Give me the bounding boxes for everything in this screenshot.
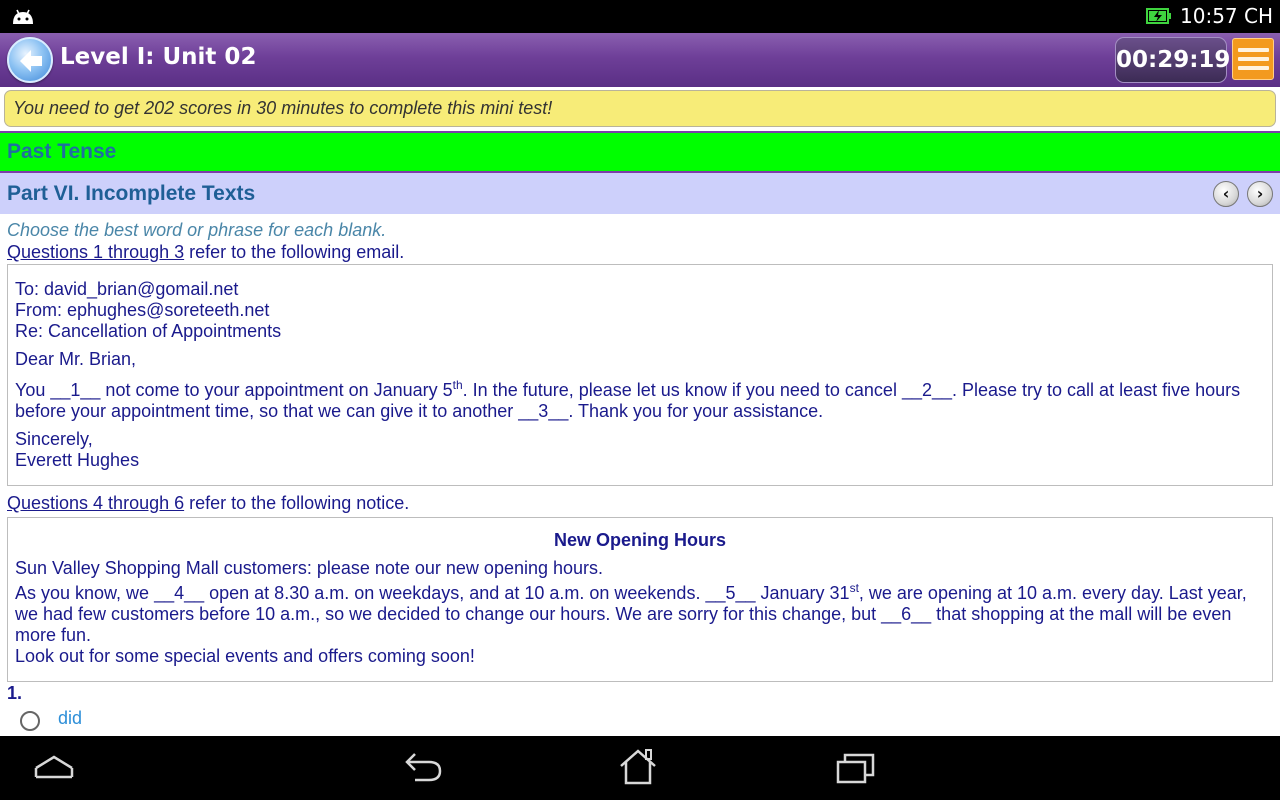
status-bar: 10:57 CH [0,0,1280,33]
notice-body: As you know, we __4__ open at 8.30 a.m. … [15,581,1247,645]
email-signature: Everett Hughes [15,450,140,470]
questions-range-link: Questions 1 through 3 [7,242,185,262]
android-icon [13,9,33,24]
notice-reference: Questions 4 through 6 refer to the follo… [7,493,410,513]
home-icon[interactable] [618,748,658,786]
system-nav-bar [0,736,1280,800]
page-title: Level I: Unit 02 [60,44,257,70]
hamburger-menu-icon [1238,57,1269,61]
email-body: You __1__ not come to your appointment o… [15,378,1241,421]
email-from: From: ephughes@soreteeth.net [15,300,270,320]
answer-option-label: did [58,708,83,728]
status-clock: 10:57 CH [1180,4,1273,28]
topic-header: Past Tense [0,131,1280,173]
question-content[interactable]: Choose the best word or phrase for each … [0,214,1280,736]
battery-charging-icon [1146,8,1171,24]
back-button[interactable] [7,37,53,83]
chevron-up-icon[interactable] [33,754,75,780]
recents-icon[interactable] [835,751,877,785]
notice-title: New Opening Hours [553,530,726,550]
hamburger-menu-icon [1238,48,1269,52]
notice-line: Sun Valley Shopping Mall customers: plea… [15,558,604,578]
radio-button[interactable] [20,711,40,731]
countdown-timer: 00:29:19 [1115,37,1230,83]
email-closing: Sincerely, [15,429,93,449]
email-reference: Questions 1 through 3 refer to the follo… [7,242,405,262]
next-part-button[interactable]: › [1247,181,1273,207]
back-arrow-icon [20,50,42,72]
email-subject: Re: Cancellation of Appointments [15,321,282,341]
hamburger-menu-icon [1238,66,1269,70]
email-greeting: Dear Mr. Brian, [15,349,137,369]
test-requirement-notice: You need to get 202 scores in 30 minutes… [4,90,1276,127]
part-header: Part VI. Incomplete Texts [0,173,1280,214]
back-icon[interactable] [403,750,445,784]
notice-line: Look out for some special events and off… [15,646,475,666]
previous-part-button[interactable]: ‹ [1213,181,1239,207]
app-header: Level I: Unit 02 00:29:19 [0,33,1280,87]
notice-passage: New Opening Hours Sun Valley Shopping Ma… [7,517,1273,682]
email-to: To: david_brian@gomail.net [15,279,239,299]
questions-range-link: Questions 4 through 6 [7,493,185,513]
instruction-text: Choose the best word or phrase for each … [7,220,387,240]
email-passage: To: david_brian@gomail.net From: ephughe… [7,264,1273,486]
question-number: 1. [7,683,23,703]
menu-button[interactable] [1232,38,1274,80]
